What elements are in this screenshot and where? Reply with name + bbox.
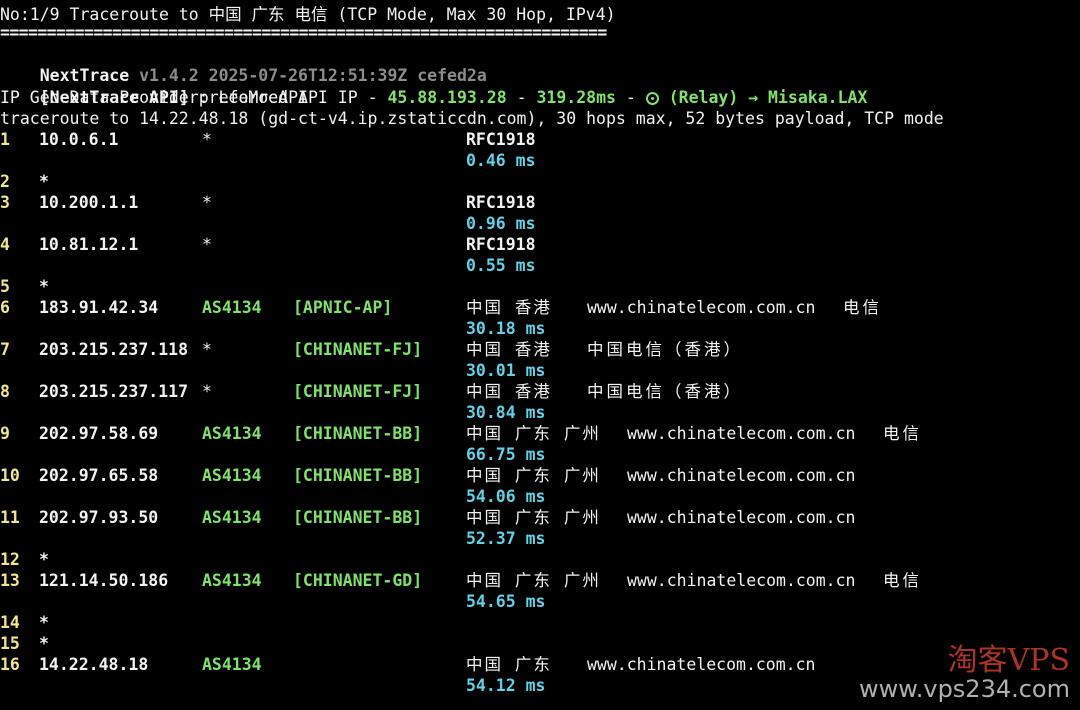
- hop-ip: 202.97.93.50: [39, 508, 159, 527]
- hop-asn: AS4134: [202, 508, 262, 527]
- hop-isp: 电信: [843, 298, 882, 317]
- hop-latency: 30.01 ms: [466, 361, 546, 380]
- hop-network: [CHINANET-FJ]: [293, 340, 423, 359]
- hop-number: 7: [0, 340, 10, 359]
- hop-asn: *: [202, 340, 212, 359]
- hop-number: 14: [0, 613, 20, 632]
- hop-latency: 54.12 ms: [466, 676, 546, 695]
- hop-latency: 0.46 ms: [466, 151, 536, 170]
- hop-ip: 10.0.6.1: [39, 130, 119, 149]
- watermark-url: www.vps234.com: [859, 675, 1070, 703]
- api-dash-2: -: [615, 88, 646, 107]
- hop-domain: www.chinatelecom.com.cn: [587, 655, 816, 674]
- hop-domain: www.chinatelecom.com.cn: [627, 508, 856, 527]
- hop-asn: AS4134: [202, 424, 262, 443]
- hop-ip: 10.200.1.1: [39, 193, 139, 212]
- hop-network: [CHINANET-FJ]: [293, 382, 423, 401]
- api-latency: 319.28ms: [536, 88, 616, 107]
- hop-geo: 中国 香港: [466, 340, 552, 359]
- hop-network: [CHINANET-BB]: [293, 424, 423, 443]
- hop-geo: 中国 广东 广州: [466, 571, 601, 590]
- api-ip: 45.88.193.28: [387, 88, 507, 107]
- hop-domain: 中国电信（香港）: [587, 382, 743, 401]
- hop-ip: 202.97.65.58: [39, 466, 159, 485]
- hop-geo: 中国 广东: [466, 655, 552, 674]
- hop-number: 1: [0, 130, 10, 149]
- hop-number: 5: [0, 277, 10, 296]
- hop-latency: 30.84 ms: [466, 403, 546, 422]
- hop-asn: AS4134: [202, 571, 262, 590]
- hop-latency: 0.55 ms: [466, 256, 536, 275]
- hop-number: 11: [0, 508, 20, 527]
- relay-text: (Relay) → Misaka.LAX: [668, 88, 868, 107]
- hop-asn: AS4134: [202, 466, 262, 485]
- hop-ip: 202.97.58.69: [39, 424, 159, 443]
- hop-ip: 203.215.237.117: [39, 382, 189, 401]
- separator-line: ========================================…: [0, 23, 607, 42]
- hop-number: 15: [0, 634, 20, 653]
- hop-ip: *: [39, 277, 49, 296]
- hop-number: 9: [0, 424, 10, 443]
- hop-domain: www.chinatelecom.com.cn: [627, 424, 856, 443]
- hop-ip: 183.91.42.34: [39, 298, 159, 317]
- hop-number: 3: [0, 193, 10, 212]
- hop-isp: 电信: [883, 571, 922, 590]
- watermark: 淘客VPS www.vps234.com: [859, 643, 1070, 703]
- relay-icon: [645, 92, 659, 105]
- hop-geo: 中国 广东 广州: [466, 466, 601, 485]
- hop-ip: *: [39, 634, 49, 653]
- hop-ip: *: [39, 172, 49, 191]
- hop-number: 2: [0, 172, 10, 191]
- hop-network: [CHINANET-BB]: [293, 466, 423, 485]
- hop-geo: RFC1918: [466, 193, 536, 212]
- hop-asn: *: [202, 193, 212, 212]
- geo-provider: IP Geo Data Provider: LeoMoeAPI: [0, 88, 308, 107]
- hop-domain: www.chinatelecom.com.cn: [587, 298, 816, 317]
- api-dash: -: [506, 88, 537, 107]
- hop-ip: 14.22.48.18: [39, 655, 149, 674]
- hop-asn: AS4134: [202, 298, 262, 317]
- hop-network: [CHINANET-GD]: [293, 571, 423, 590]
- hop-domain: 中国电信（香港）: [587, 340, 743, 359]
- hop-geo: RFC1918: [466, 235, 536, 254]
- trace-info: traceroute to 14.22.48.18 (gd-ct-v4.ip.z…: [0, 109, 944, 128]
- watermark-brand: 淘客VPS: [947, 643, 1070, 678]
- hop-number: 4: [0, 235, 10, 254]
- hop-number: 8: [0, 382, 10, 401]
- hop-latency: 54.06 ms: [466, 487, 546, 506]
- trace-title: No:1/9 Traceroute to 中国 广东 电信 (TCP Mode,…: [0, 5, 616, 24]
- hop-geo: 中国 香港: [466, 382, 552, 401]
- hop-asn: *: [202, 235, 212, 254]
- hop-ip: *: [39, 613, 49, 632]
- hop-number: 10: [0, 466, 20, 485]
- hop-domain: www.chinatelecom.com.cn: [627, 466, 856, 485]
- hop-geo: 中国 广东 广州: [466, 508, 601, 527]
- hop-latency: 0.96 ms: [466, 214, 536, 233]
- hop-latency: 52.37 ms: [466, 529, 546, 548]
- hop-latency: 54.65 ms: [466, 592, 546, 611]
- hop-geo: RFC1918: [466, 130, 536, 149]
- hop-ip: 121.14.50.186: [39, 571, 169, 590]
- hop-asn: *: [202, 130, 212, 149]
- hop-ip: *: [39, 550, 49, 569]
- hop-network: [CHINANET-BB]: [293, 508, 423, 527]
- hop-asn: AS4134: [202, 655, 262, 674]
- hop-latency: 30.18 ms: [466, 319, 546, 338]
- hop-latency: 66.75 ms: [466, 445, 546, 464]
- hop-geo: 中国 香港: [466, 298, 552, 317]
- hop-number: 13: [0, 571, 20, 590]
- hop-asn: *: [202, 382, 212, 401]
- hop-isp: 电信: [883, 424, 922, 443]
- version-line: NextTrace v1.4.2 2025-07-26T12:51:39Z ce…: [0, 44, 487, 85]
- hop-number: 6: [0, 298, 10, 317]
- hop-ip: 10.81.12.1: [39, 235, 139, 254]
- hop-ip: 203.215.237.118: [39, 340, 189, 359]
- api-line: [NextTrace API] preferred API IP - 45.88…: [0, 66, 868, 107]
- hop-domain: www.chinatelecom.com.cn: [627, 571, 856, 590]
- hop-number: 16: [0, 655, 20, 674]
- hop-number: 12: [0, 550, 20, 569]
- hop-network: [APNIC-AP]: [293, 298, 393, 317]
- hop-geo: 中国 广东 广州: [466, 424, 601, 443]
